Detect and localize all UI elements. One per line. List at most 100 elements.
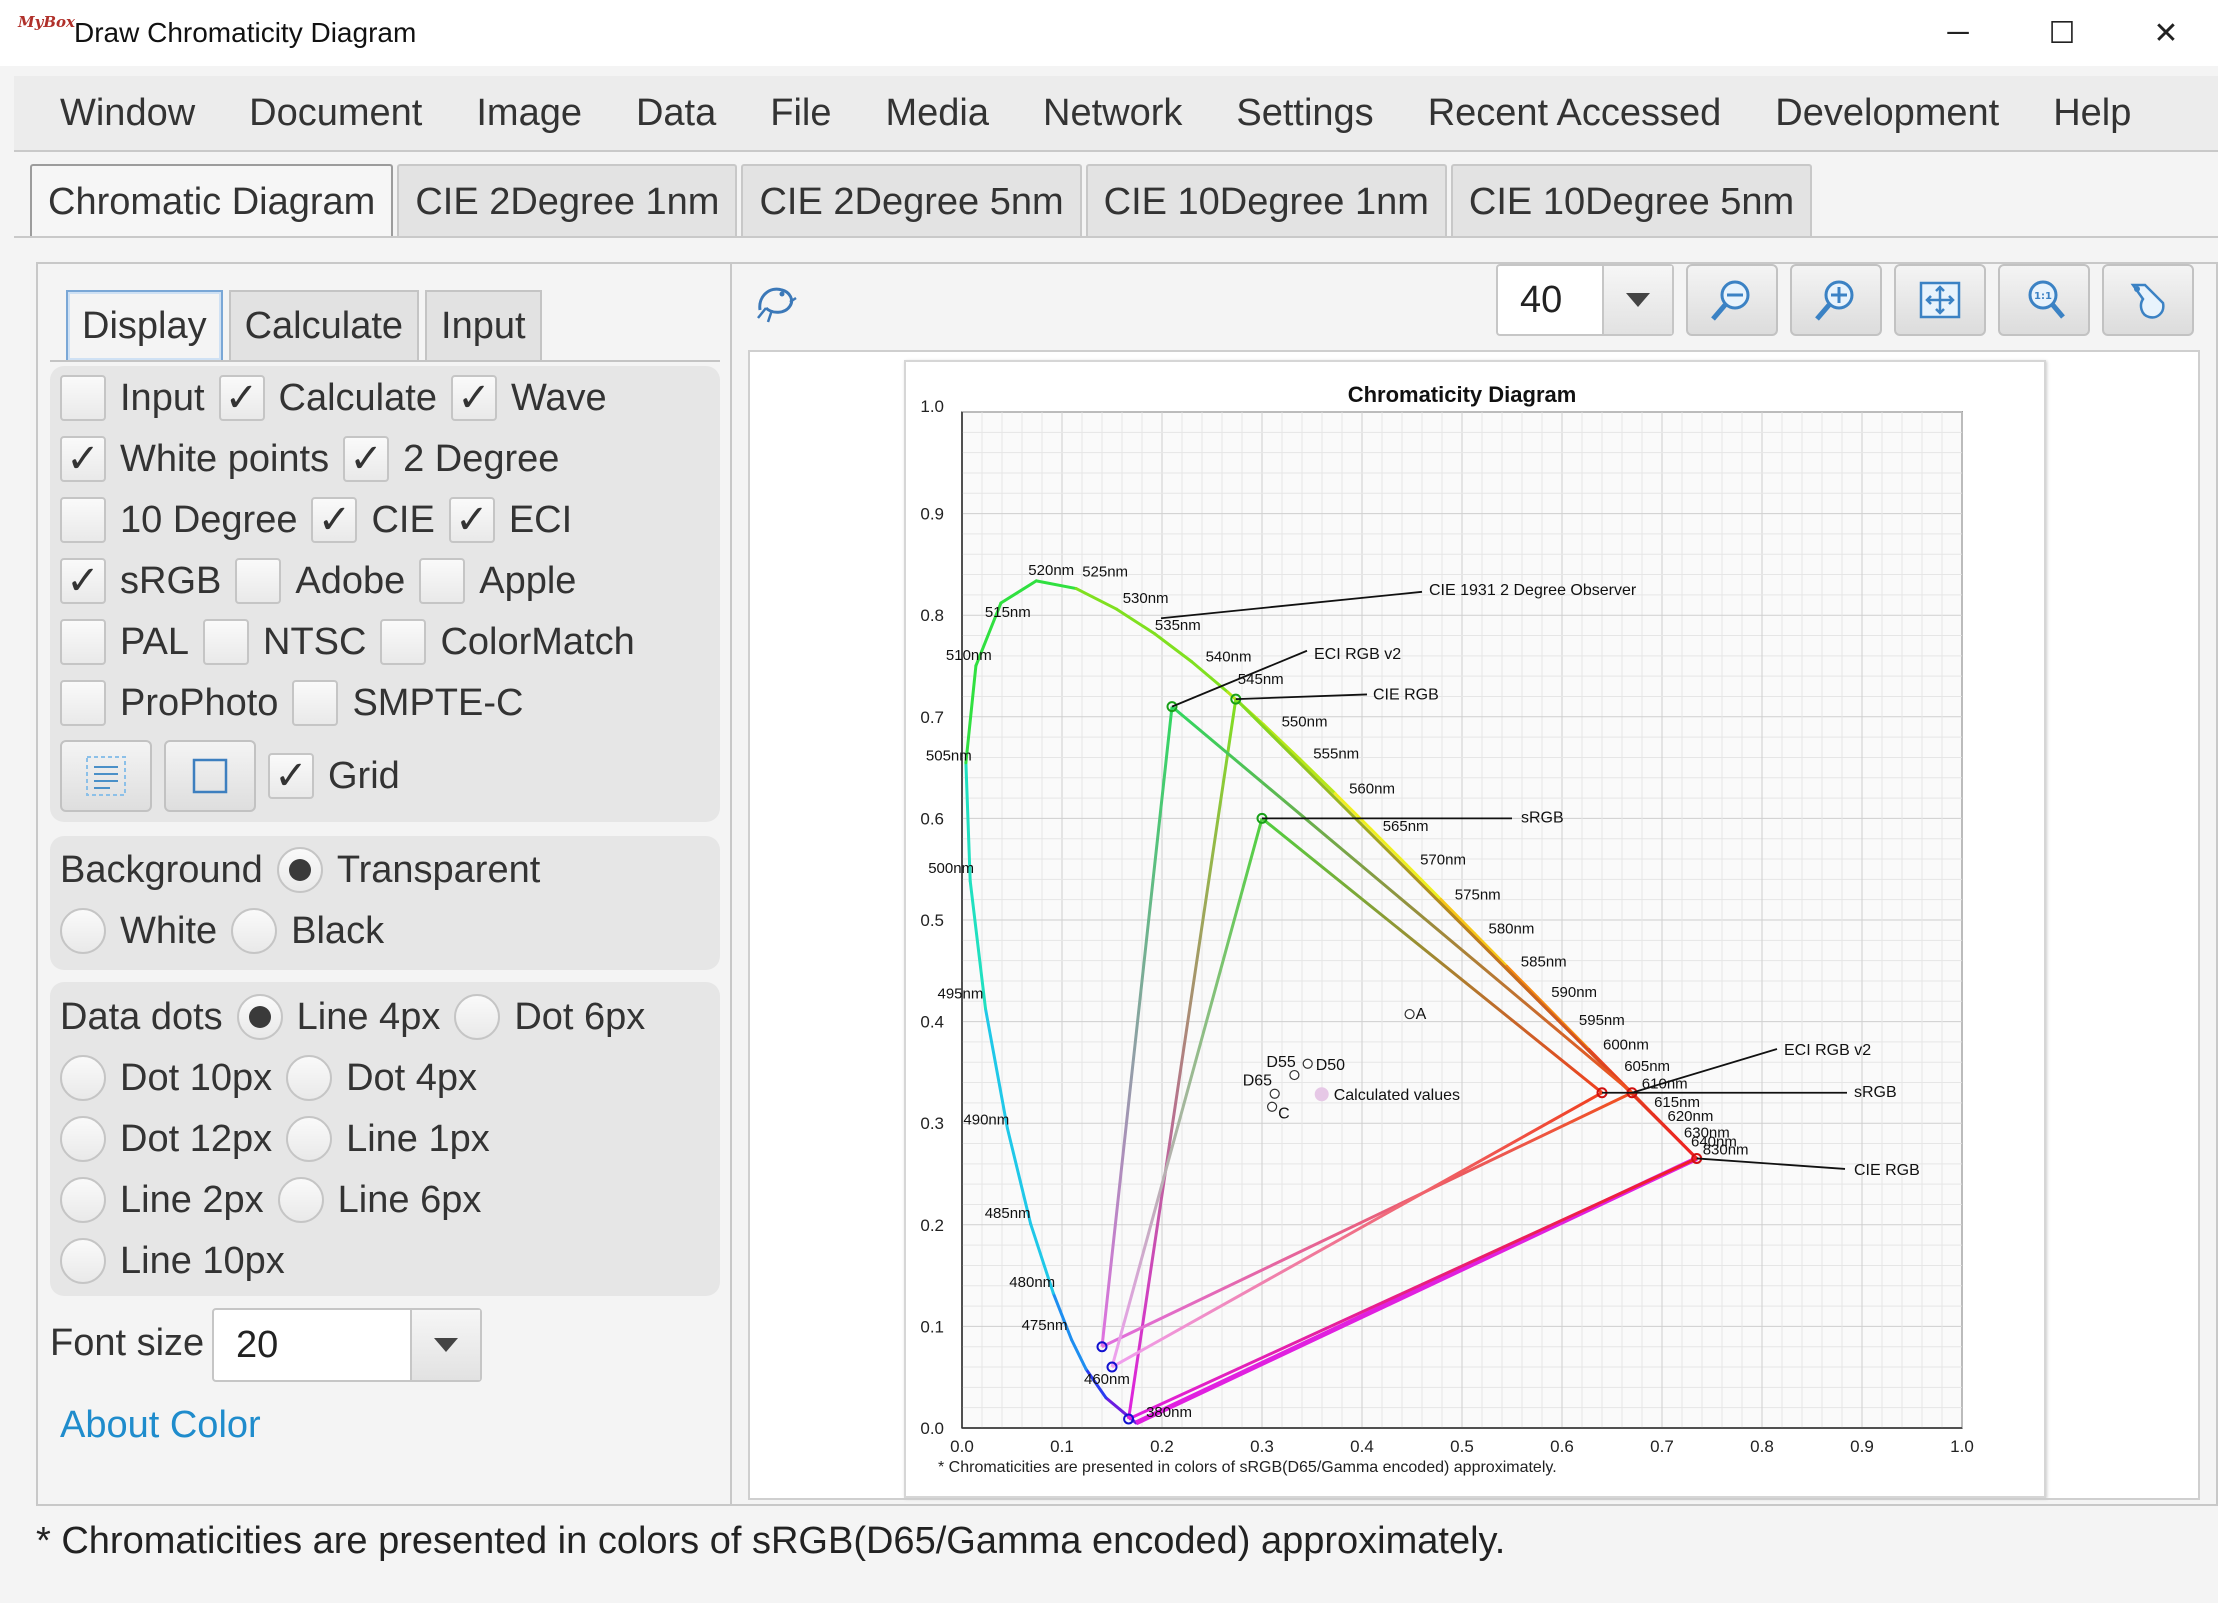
line-6px-radio[interactable] [277,1177,324,1223]
about-color-link[interactable]: About Color [60,1404,261,1447]
grid-checkbox[interactable]: ✓ [268,753,314,799]
wavelength-label: 535nm [1155,617,1201,634]
close-button[interactable]: ✕ [2114,0,2218,66]
menu-help[interactable]: Help [2026,92,2158,135]
maximize-button[interactable]: ☐ [2010,0,2114,66]
zoom-select[interactable]: 40 [1496,264,1674,336]
subtab-input[interactable]: Input [425,290,542,362]
line-4px-radio[interactable] [236,994,283,1040]
y-tick-label: 0.7 [920,708,944,727]
pal-label: PAL [120,620,190,663]
grid-row: ✓ Grid [268,748,414,804]
colormatch-label: ColorMatch [440,620,635,663]
title-bar: MyBox Draw Chromaticity Diagram ─ ☐ ✕ [0,0,2218,66]
line-10px-radio[interactable] [60,1238,106,1284]
y-tick-label: 0.5 [920,911,944,930]
wavelength-label: 540nm [1206,649,1252,666]
input-checkbox[interactable] [60,375,106,421]
menu-document[interactable]: Document [222,92,449,135]
dot-12px-label: Dot 12px [120,1117,273,1160]
options-row: 10 Degree ✓ CIE ✓ ECI [60,492,586,548]
calculate-checkbox[interactable]: ✓ [218,375,265,421]
menu-settings[interactable]: Settings [1209,92,1400,135]
menu-data[interactable]: Data [609,92,743,135]
pop-window-icon [2130,283,2165,319]
x-tick-label: 0.0 [950,1437,974,1456]
minimize-button[interactable]: ─ [1906,0,2010,66]
x-tick-label: 0.1 [1050,1437,1074,1456]
black-radio[interactable] [231,908,278,954]
pal-checkbox[interactable] [60,619,106,665]
10-degree-label: 10 Degree [120,498,298,541]
eci-checkbox[interactable]: ✓ [448,497,495,543]
y-tick-label: 0.4 [920,1013,944,1032]
wave-checkbox[interactable]: ✓ [450,375,497,421]
apple-checkbox[interactable] [419,558,466,604]
y-tick-label: 0.8 [920,606,944,625]
actual-size-button[interactable]: 1:1 [1998,264,2090,336]
wavelength-label: 505nm [926,748,972,765]
subtab-calculate[interactable]: Calculate [228,290,420,362]
white-points-checkbox[interactable]: ✓ [60,436,106,482]
ntsc-checkbox[interactable] [203,619,250,665]
y-tick-label: 0.0 [920,1419,944,1438]
wavelength-label: 480nm [1009,1274,1055,1291]
menu-recent-accessed[interactable]: Recent Accessed [1401,92,1749,135]
menu-development[interactable]: Development [1748,92,2026,135]
transparent-radio[interactable] [276,847,323,893]
font-size-select[interactable]: 20 [212,1308,482,1382]
chart-note: * Chromaticities are presented in colors… [938,1459,1557,1476]
fit-window-button[interactable] [1894,264,1986,336]
white-point [1302,1058,1313,1069]
menu-network[interactable]: Network [1016,92,1209,135]
dot-4px-radio[interactable] [286,1055,333,1101]
tab-cie-2degree-1nm[interactable]: CIE 2Degree 1nm [397,164,738,238]
chevron-down-icon[interactable] [1602,266,1672,334]
transparent-label: Transparent [336,848,541,891]
tab-cie-10degree-5nm[interactable]: CIE 10Degree 5nm [1450,164,1813,238]
prophoto-checkbox[interactable] [60,680,106,726]
colormatch-checkbox[interactable] [380,619,427,665]
gamut-label: CIE RGB [1854,1162,1920,1179]
grid-label: Grid [328,754,400,797]
wavelength-label: 495nm [938,986,984,1003]
tab-cie-10degree-1nm[interactable]: CIE 10Degree 1nm [1085,164,1447,238]
menu-window[interactable]: Window [14,92,222,135]
app-logo-icon: MyBox [18,13,75,31]
svg-text:1:1: 1:1 [2034,291,2052,302]
dot-12px-radio[interactable] [60,1116,106,1162]
dot-10px-radio[interactable] [60,1055,106,1101]
menu-image[interactable]: Image [449,92,609,135]
options-row: ProPhoto SMPTE-C [60,675,537,731]
dot-6px-radio[interactable] [454,994,501,1040]
align-text-button[interactable] [60,740,152,812]
wavelength-label: 460nm [1084,1371,1130,1388]
line-1px-radio[interactable] [286,1116,333,1162]
zoom-in-button[interactable] [1790,264,1882,336]
menu-media[interactable]: Media [859,92,1017,135]
10-degree-checkbox[interactable] [60,497,106,543]
white-radio[interactable] [60,908,106,954]
smpte-c-checkbox[interactable] [292,680,339,726]
wavelength-label: 555nm [1313,746,1359,763]
subtab-display[interactable]: Display [66,290,223,362]
tab-cie-2degree-5nm[interactable]: CIE 2Degree 5nm [741,164,1082,238]
gamut-label: ECI RGB v2 [1314,646,1401,663]
bird-logo-icon [752,272,798,328]
menu-file[interactable]: File [743,92,858,135]
2-degree-checkbox[interactable]: ✓ [343,436,390,482]
srgb-checkbox[interactable]: ✓ [60,558,106,604]
chevron-down-icon[interactable] [410,1310,480,1380]
chromaticity-chart[interactable]: 0.0 0.1 0.2 0.3 0.4 0.5 0.6 0.7 0.8 0.9 1.0 0.0 0.1 0… [906,362,2044,1496]
adobe-checkbox[interactable] [235,558,282,604]
tab-chromatic-diagram[interactable]: Chromatic Diagram [30,164,394,238]
chart-title: Chromaticity Diagram [1348,382,1577,407]
line-2px-radio[interactable] [60,1177,106,1223]
x-tick-label: 0.9 [1850,1437,1874,1456]
pop-button[interactable] [2102,264,2194,336]
cie-checkbox[interactable]: ✓ [311,497,358,543]
zoom-out-button[interactable] [1686,264,1778,336]
gamut-label: sRGB [1521,809,1564,826]
frame-button[interactable] [164,740,256,812]
wavelength-label: 605nm [1624,1058,1670,1075]
